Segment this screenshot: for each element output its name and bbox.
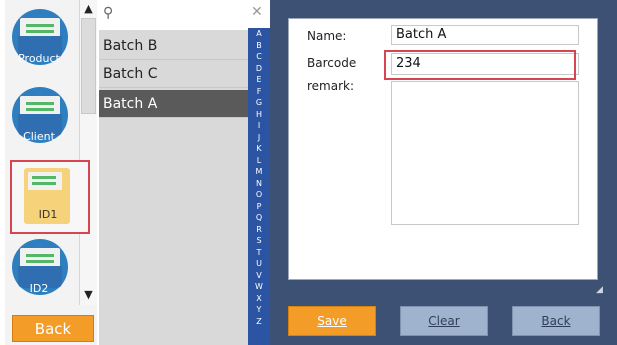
search-icon: ⚲ [103, 5, 114, 21]
scroll-thumb[interactable] [81, 18, 96, 114]
alpha-letter[interactable]: O [248, 189, 270, 201]
alpha-letter[interactable]: N [248, 178, 270, 190]
alpha-letter[interactable]: M [248, 166, 270, 178]
alpha-letter[interactable]: Q [248, 212, 270, 224]
back-button-label: Back [541, 314, 571, 328]
list-item[interactable]: Batch B [99, 32, 248, 60]
alpha-letter[interactable]: B [248, 40, 270, 52]
category-id2-label: ID2 [29, 282, 49, 295]
name-field[interactable]: Batch A [391, 25, 579, 45]
alpha-letter[interactable]: K [248, 143, 270, 155]
category-client-label: Client [23, 130, 55, 143]
alpha-letter[interactable]: G [248, 97, 270, 109]
search-bar[interactable]: ⚲ ✕ [99, 0, 270, 30]
back-button-left[interactable]: Back [12, 315, 94, 342]
category-client[interactable]: Client [6, 86, 72, 152]
alpha-letter[interactable]: J [248, 132, 270, 144]
alpha-letter[interactable]: W [248, 281, 270, 293]
category-id2[interactable]: ID2 [6, 238, 72, 304]
remark-field[interactable] [391, 81, 579, 225]
alpha-letter[interactable]: L [248, 155, 270, 167]
clear-button-label: Clear [428, 314, 460, 328]
category-id1[interactable]: ID1 [10, 160, 90, 234]
alpha-letter[interactable]: Z [248, 316, 270, 328]
alpha-letter[interactable]: T [248, 247, 270, 259]
clear-search-icon[interactable]: ✕ [251, 4, 263, 20]
alpha-letter[interactable]: F [248, 86, 270, 98]
batch-form: Name: Batch A Barcode 234 remark: [288, 18, 598, 280]
category-product-label: Product [18, 52, 60, 65]
remark-label: remark: [307, 79, 355, 93]
alpha-letter[interactable]: A [248, 28, 270, 40]
batch-list: Batch B Batch C Batch A [99, 0, 248, 345]
alpha-letter[interactable]: R [248, 224, 270, 236]
id1-icon [28, 172, 62, 190]
alphabet-index[interactable]: A B C D E F G H I J K L M N O P Q R S T … [248, 28, 270, 345]
alpha-letter[interactable]: H [248, 109, 270, 121]
alpha-letter[interactable]: S [248, 235, 270, 247]
resize-grip-icon[interactable]: ◢ [596, 286, 604, 295]
barcode-highlight [384, 50, 576, 80]
category-product[interactable]: Product [6, 8, 72, 74]
name-label: Name: [307, 29, 347, 43]
scroll-down-icon[interactable]: ▼ [82, 288, 95, 301]
alpha-letter[interactable]: I [248, 120, 270, 132]
search-input[interactable] [121, 4, 245, 26]
category-scrollbar[interactable]: ▲ ▼ [79, 0, 97, 305]
save-button-label: Save [317, 314, 347, 328]
back-button[interactable]: Back [512, 306, 600, 336]
alpha-letter[interactable]: X [248, 293, 270, 305]
list-item[interactable]: Batch C [99, 60, 248, 88]
category-id1-label: ID1 [38, 208, 58, 221]
save-button[interactable]: Save [288, 306, 376, 336]
alpha-letter[interactable]: V [248, 270, 270, 282]
alpha-letter[interactable]: P [248, 201, 270, 213]
alpha-letter[interactable]: U [248, 258, 270, 270]
alpha-letter[interactable]: Y [248, 304, 270, 316]
alpha-letter[interactable]: C [248, 51, 270, 63]
scroll-up-icon[interactable]: ▲ [82, 2, 95, 15]
clear-button[interactable]: Clear [400, 306, 488, 336]
barcode-label: Barcode [307, 56, 357, 70]
list-item-selected[interactable]: Batch A [99, 90, 248, 118]
alpha-letter[interactable]: E [248, 74, 270, 86]
alpha-letter[interactable]: D [248, 63, 270, 75]
